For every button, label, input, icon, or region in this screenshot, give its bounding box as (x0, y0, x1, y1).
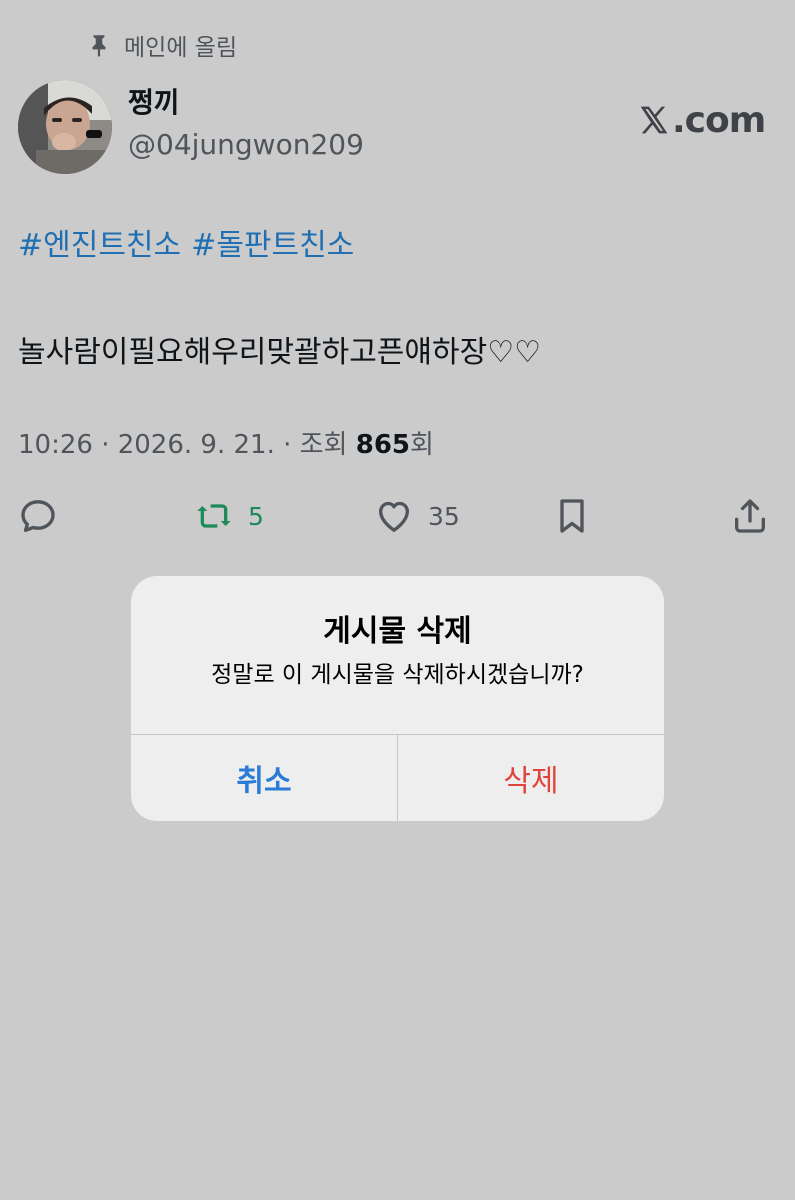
view-suffix: 회 (410, 430, 434, 460)
share-icon (735, 499, 765, 533)
hashtags: #엔진트친소 #돌판트친소 (18, 226, 354, 266)
delete-button[interactable]: 삭제 (398, 735, 664, 821)
avatar[interactable] (18, 80, 112, 174)
retweet-button[interactable]: 5 (194, 490, 264, 542)
delete-confirm-dialog: 게시물 삭제 정말로 이 게시물을 삭제하시겠습니까? 취소 삭제 (131, 576, 664, 821)
share-button[interactable] (730, 490, 770, 542)
heart-icon (379, 501, 409, 532)
post-meta: 10:26 · 2026. 9. 21. · 조회 865회 (18, 427, 434, 463)
reply-button[interactable] (18, 490, 58, 542)
bookmark-icon (560, 499, 584, 533)
view-count: 865 (355, 430, 411, 460)
post-timestamp[interactable]: 10:26 · 2026. 9. 21. · 조회 (18, 430, 356, 460)
like-count: 35 (428, 501, 460, 531)
post-text: 놀사람이필요해우리맞괄하고픈얘하장♡♡ (18, 335, 541, 370)
hashtag-link[interactable]: #엔진트친소 (18, 226, 181, 266)
action-bar: 5 35 (0, 490, 795, 542)
bookmark-button[interactable] (552, 490, 592, 542)
reply-icon (21, 500, 55, 532)
pinned-label: 메인에 올림 (124, 35, 238, 61)
hashtag-link[interactable]: #돌판트친소 (191, 226, 354, 266)
retweet-count: 5 (248, 501, 264, 531)
cancel-button[interactable]: 취소 (131, 735, 397, 821)
x-brand-logo: .com (638, 98, 766, 142)
like-button[interactable]: 35 (374, 490, 460, 542)
user-handle[interactable]: @04jungwon209 (128, 128, 364, 162)
display-name[interactable]: 쩡끼 (128, 86, 180, 120)
dialog-title: 게시물 삭제 (323, 614, 472, 649)
pinned-indicator: 메인에 올림 (86, 28, 237, 62)
x-logo-text: .com (672, 99, 766, 141)
dialog-message: 정말로 이 게시물을 삭제하시겠습니까? (211, 662, 584, 688)
x-logo-icon (640, 106, 668, 134)
pin-icon (92, 35, 106, 57)
retweet-icon (197, 504, 231, 528)
